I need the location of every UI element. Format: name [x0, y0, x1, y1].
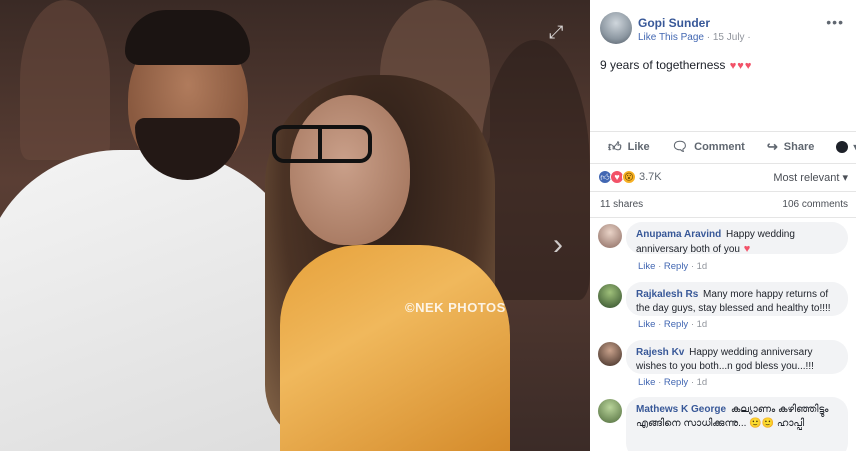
comment-item: Mathews K George കല്യാണം കഴിഞ്ഞിട്ടും എങ…	[598, 397, 848, 451]
comment-item: Rajkalesh Rs Many more happy returns of …	[598, 282, 848, 334]
woman-figure	[280, 245, 510, 451]
comment-like-link[interactable]: Like	[638, 319, 655, 330]
comment-like-link[interactable]: Like	[638, 261, 655, 272]
heart-emoji: ♥	[729, 60, 737, 72]
comment-actions: Like · Reply · 1d	[638, 319, 708, 330]
comment-bubble: Rajesh Kv Happy wedding anniversary wish…	[626, 340, 848, 374]
like-page-link[interactable]: Like This Page	[638, 32, 704, 43]
comment-like-link[interactable]: Like	[638, 377, 655, 388]
comments-count[interactable]: 106 comments	[782, 199, 848, 213]
chevron-right-icon[interactable]: ›	[553, 228, 563, 262]
reactions-row: 👍︎ ♥ 😮︎ 3.7K Most relevant ▾	[598, 168, 848, 186]
comment-item: Anupama Aravind Happy wedding anniversar…	[598, 222, 848, 274]
meta-separator: ·	[706, 32, 711, 43]
share-label: Share	[783, 141, 815, 153]
post-caption: 9 years of togetherness	[600, 58, 726, 72]
comment-author[interactable]: Rajesh Kv	[636, 347, 684, 358]
expand-icon[interactable]: ⤢	[549, 22, 563, 43]
author-name[interactable]: Gopi Sunder	[638, 16, 710, 30]
wow-reaction-icon[interactable]: 😮︎	[622, 170, 636, 184]
man-figure	[0, 150, 310, 451]
comment-reply-link[interactable]: Reply	[664, 261, 688, 272]
like-button[interactable]: 👍︎ Like	[608, 139, 650, 155]
avatar[interactable]	[598, 224, 622, 248]
comment-time[interactable]: 1d	[697, 261, 708, 272]
avatar[interactable]	[600, 12, 632, 44]
post-header: Gopi Sunder Like This Page · 15 July · •…	[600, 12, 848, 48]
comment-button[interactable]: 🗨︎ Comment	[672, 139, 745, 155]
heart-emoji: ♥	[743, 243, 751, 255]
stats-row: 11 shares 106 comments	[600, 199, 848, 213]
comment-time[interactable]: 1d	[697, 319, 708, 330]
comment-reply-link[interactable]: Reply	[664, 319, 688, 330]
audience-icon: ·	[747, 32, 751, 43]
avatar[interactable]	[598, 284, 622, 308]
like-label: Like	[627, 141, 650, 153]
comment-author[interactable]: Anupama Aravind	[636, 229, 721, 240]
thumbs-up-icon: 👍︎	[608, 139, 622, 154]
comment-author[interactable]: Mathews K George	[636, 404, 726, 415]
comment-item: Rajesh Kv Happy wedding anniversary wish…	[598, 340, 848, 392]
man-hair	[125, 10, 250, 65]
heart-emoji: ♥	[744, 60, 752, 72]
profile-icon	[836, 141, 849, 153]
avatar[interactable]	[598, 342, 622, 366]
divider	[590, 191, 856, 192]
comment-actions: Like · Reply · 1d	[638, 261, 708, 272]
reaction-count[interactable]: 3.7K	[639, 171, 662, 183]
post-photo[interactable]: ©NEK PHOTOS ⤢ ›	[0, 0, 590, 451]
comment-label: Comment	[694, 141, 745, 153]
glasses	[272, 125, 372, 163]
comment-bubble: Rajkalesh Rs Many more happy returns of …	[626, 282, 848, 316]
woman-face	[290, 95, 410, 245]
heart-emoji: ♥	[737, 60, 744, 72]
sort-dropdown[interactable]: Most relevant ▾	[773, 171, 848, 184]
photo-watermark: ©NEK PHOTOS	[405, 300, 506, 315]
post-text: 9 years of togetherness ♥♥♥	[600, 58, 751, 72]
comment-bubble: Anupama Aravind Happy wedding anniversar…	[626, 222, 848, 255]
comment-bubble: Mathews K George കല്യാണം കഴിഞ്ഞിട്ടും എങ…	[626, 397, 848, 451]
post-date[interactable]: 15 July	[713, 32, 745, 43]
post-sidebar: Gopi Sunder Like This Page · 15 July · •…	[590, 0, 856, 451]
comment-actions: Like · Reply · 1d	[638, 377, 708, 388]
divider	[590, 163, 856, 164]
post-meta: Like This Page · 15 July ·	[638, 32, 751, 43]
divider	[590, 217, 856, 218]
action-bar: 👍︎ Like 🗨︎ Comment ↪ Share ▼	[590, 132, 856, 162]
avatar[interactable]	[598, 399, 622, 423]
comment-time[interactable]: 1d	[697, 377, 708, 388]
comment-reply-link[interactable]: Reply	[664, 377, 688, 388]
comment-icon: 🗨︎	[671, 139, 689, 154]
background-crowd	[20, 0, 110, 160]
chevron-down-icon: ▼	[851, 142, 856, 152]
shares-count[interactable]: 11 shares	[600, 199, 643, 213]
post-as-selector[interactable]: ▼	[836, 141, 856, 153]
comment-author[interactable]: Rajkalesh Rs	[636, 289, 698, 300]
more-options-icon[interactable]: •••	[826, 14, 844, 30]
background-crowd	[480, 40, 590, 300]
share-icon: ↪	[766, 139, 778, 154]
share-button[interactable]: ↪ Share	[767, 139, 814, 155]
